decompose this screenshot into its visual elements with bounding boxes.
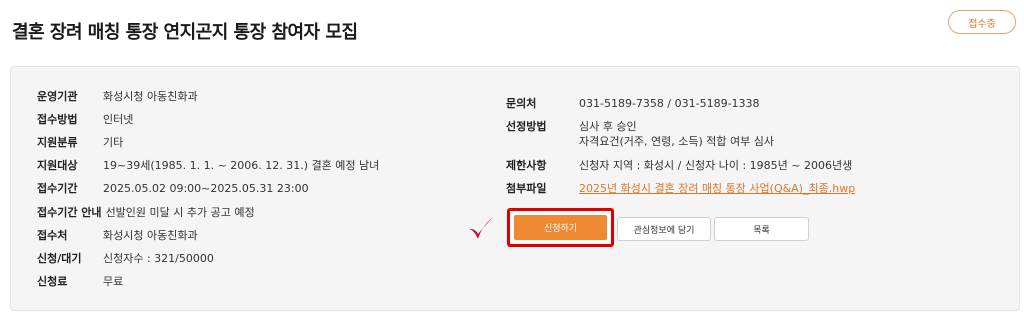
info-label: 접수기간 안내 (37, 206, 102, 219)
apply-button-label[interactable]: 신청하기 (514, 215, 607, 240)
info-label: 지원대상 (37, 159, 78, 172)
list-button[interactable]: 목록 (714, 217, 809, 241)
info-row-contact: 문의처 031-5189-7358 / 031-5189-1338 (506, 96, 760, 111)
info-row-selection: 선정방법 심사 후 승인 자격요건(거주, 연령, 소득) 적합 여부 심사 (506, 119, 774, 149)
info-label: 문의처 (506, 97, 537, 110)
apply-button[interactable]: 신청하기 (507, 208, 614, 247)
info-label: 접수기간 (37, 182, 78, 195)
info-value: 무료 (103, 275, 124, 288)
info-row-attachment: 첨부파일 2025년 화성시 결혼 장려 매칭 통장 사업(Q&A)_최종.hw… (506, 181, 855, 196)
info-label: 지원분류 (37, 136, 78, 149)
attachment-link[interactable]: 2025년 화성시 결혼 장려 매칭 통장 사업(Q&A)_최종.hwp (579, 181, 855, 196)
info-row-category: 지원분류 기타 (37, 135, 123, 150)
info-value: 신청자 지역 : 화성시 / 신청자 나이 : 1985년 ~ 2006년생 (579, 159, 853, 172)
info-row-period-note: 접수기간 안내 선발인원 미달 시 추가 공고 예정 (37, 205, 255, 220)
status-badge: 접수중 (948, 10, 1016, 34)
info-label: 신청/대기 (37, 252, 82, 265)
info-value: 자격요건(거주, 연령, 소득) 적합 여부 심사 (579, 135, 774, 148)
info-label: 접수방법 (37, 113, 78, 126)
info-row-target: 지원대상 19~39세(1985. 1. 1. ~ 2006. 12. 31.)… (37, 158, 379, 173)
check-mark-icon (469, 217, 493, 239)
info-row-period: 접수기간 2025.05.02 09:00~2025.05.31 23:00 (37, 181, 309, 196)
info-value: 심사 후 승인 (579, 120, 637, 133)
info-value: 화성시청 아동친화과 (103, 90, 198, 103)
page-title: 결혼 장려 매칭 통장 연지곤지 통장 참여자 모집 (12, 22, 358, 43)
info-label: 운영기관 (37, 90, 78, 103)
info-value: 기타 (103, 136, 124, 149)
add-to-interests-button[interactable]: 관심정보에 담기 (617, 217, 711, 241)
info-row-restriction: 제한사항 신청자 지역 : 화성시 / 신청자 나이 : 1985년 ~ 200… (506, 158, 852, 173)
info-row-method: 접수방법 인터넷 (37, 112, 133, 127)
info-value: 신청자수 : 321/50000 (103, 252, 214, 265)
info-value: 031-5189-7358 / 031-5189-1338 (579, 97, 760, 110)
info-value: 인터넷 (103, 113, 134, 126)
info-value: 19~39세(1985. 1. 1. ~ 2006. 12. 31.) 결혼 예… (103, 159, 380, 172)
info-row-applicants: 신청/대기 신청자수 : 321/50000 (37, 251, 214, 266)
info-row-agency: 운영기관 화성시청 아동친화과 (37, 89, 198, 104)
info-label: 선정방법 (506, 120, 547, 133)
info-label: 접수처 (37, 229, 68, 242)
info-label: 첨부파일 (506, 182, 547, 195)
info-value: 화성시청 아동친화과 (103, 229, 198, 242)
info-label: 제한사항 (506, 159, 547, 172)
info-value: 선발인원 미달 시 추가 공고 예정 (105, 206, 255, 219)
info-label: 신청료 (37, 275, 68, 288)
info-row-fee: 신청료 무료 (37, 274, 123, 289)
info-value: 2025.05.02 09:00~2025.05.31 23:00 (103, 182, 309, 195)
info-row-office: 접수처 화성시청 아동친화과 (37, 228, 198, 243)
